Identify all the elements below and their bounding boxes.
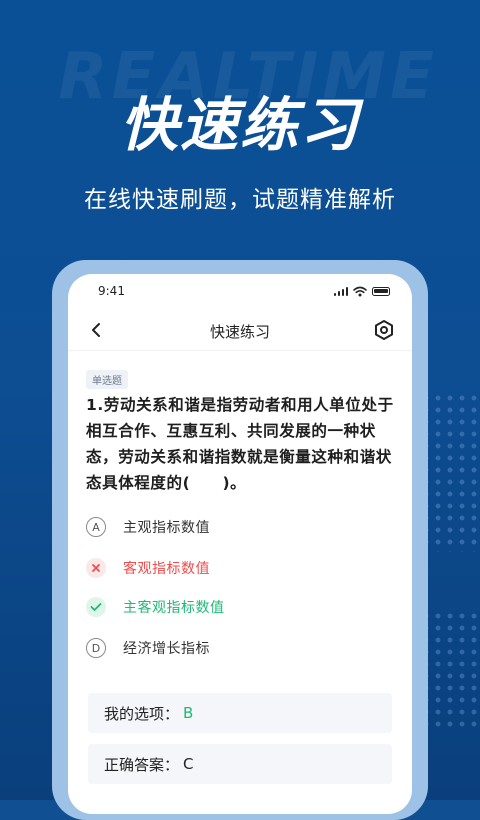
option-d-mark: D <box>86 638 106 658</box>
option-b-label: 客观指标数值 <box>123 561 210 577</box>
option-a-label: 主观指标数值 <box>123 520 210 536</box>
decorative-dots-bottom <box>420 610 480 730</box>
wrong-x-icon <box>86 558 106 578</box>
hexagon-settings-icon <box>375 320 393 340</box>
battery-icon <box>372 286 390 296</box>
my-choice-label: 我的选项： <box>104 704 180 723</box>
option-c[interactable]: 主客观指标数值 <box>86 593 386 621</box>
option-a[interactable]: A 主观指标数值 <box>86 513 386 541</box>
status-bar: 9:41 <box>68 274 412 310</box>
phone-screen: 9:41 快速练习 单选题 1.劳动关系和谐是指劳动者和用人单位处于相互合作、互… <box>68 274 412 814</box>
option-a-mark: A <box>86 517 106 537</box>
my-choice-box: 我的选项： B <box>88 693 392 733</box>
correct-answer-value: C <box>183 755 194 773</box>
question-text: 1.劳动关系和谐是指劳动者和用人单位处于相互合作、互惠互利、共同发展的一种状态，… <box>86 396 394 492</box>
signal-icon <box>333 286 348 296</box>
settings-button[interactable] <box>370 316 398 344</box>
my-choice-value: B <box>183 704 194 722</box>
correct-answer-label: 正确答案： <box>104 755 180 774</box>
status-time: 9:41 <box>98 284 125 298</box>
correct-check-icon <box>86 597 106 617</box>
status-icons <box>333 285 390 297</box>
option-d[interactable]: D 经济增长指标 <box>86 634 386 662</box>
nav-bar: 快速练习 <box>68 310 412 351</box>
option-c-label: 主客观指标数值 <box>123 600 225 616</box>
banner-subtitle: 在线快速刷题，试题精准解析 <box>84 187 396 213</box>
banner-title: 快速练习 <box>119 91 360 159</box>
wifi-icon <box>353 286 367 296</box>
option-b[interactable]: 客观指标数值 <box>86 554 386 582</box>
option-d-label: 经济增长指标 <box>123 641 210 657</box>
page-title: 快速练习 <box>209 323 270 341</box>
correct-answer-box: 正确答案： C <box>88 744 392 784</box>
question-type-tag: 单选题 <box>86 370 128 389</box>
decorative-dots-right <box>420 392 480 552</box>
